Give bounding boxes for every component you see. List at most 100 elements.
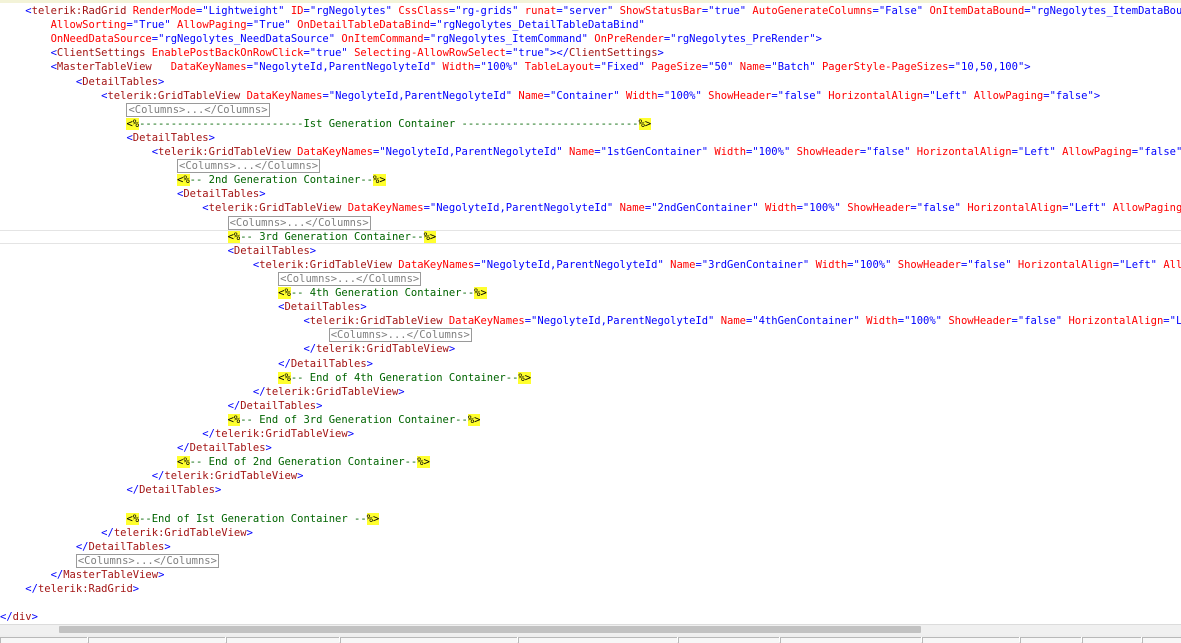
code-tag <box>0 259 253 271</box>
code-punctuation: </ <box>0 611 13 624</box>
code-directive-highlight: <% <box>126 117 140 130</box>
bottom-tab[interactable] <box>678 637 779 643</box>
bottom-tab[interactable] <box>340 637 517 643</box>
code-attribute: OnDetailTableDataBind <box>297 19 430 32</box>
code-directive-highlight: <% <box>126 512 140 525</box>
code-value: "rgNegolytes_ItemDataBound" <box>1030 5 1181 17</box>
code-editor[interactable]: <telerik:RadGrid RenderMode="Lightweight… <box>0 4 1181 624</box>
code-tag <box>0 273 278 285</box>
bottom-tab[interactable] <box>1142 637 1181 643</box>
bottom-tab[interactable] <box>1082 637 1141 643</box>
code-line[interactable]: </DetailTables> <box>0 399 1181 413</box>
code-line[interactable]: <%--End of Ist Generation Container --%> <box>0 512 1181 526</box>
code-line[interactable]: <%-- End of 4th Generation Container--%> <box>0 371 1181 385</box>
code-attribute: ShowStatusBar <box>619 5 702 17</box>
code-line[interactable]: <DetailTables> <box>0 75 1181 89</box>
code-line[interactable]: OnNeedDataSource="rgNegolytes_NeedDataSo… <box>0 32 1181 46</box>
code-comment: -- End of 4th Generation Container-- <box>290 371 519 384</box>
collapsed-region[interactable]: <Columns>...</Columns> <box>328 328 472 343</box>
code-tag: DetailTables <box>284 301 361 314</box>
code-line[interactable]: </DetailTables> <box>0 357 1181 371</box>
code-line[interactable]: </telerik:GridTableView> <box>0 342 1181 356</box>
code-tag <box>0 47 51 59</box>
code-value: "Left" <box>1119 258 1157 271</box>
code-line[interactable]: <DetailTables> <box>0 187 1181 201</box>
code-line[interactable]: <telerik:GridTableView DataKeyNames="Neg… <box>0 145 1181 159</box>
code-tag <box>0 470 152 482</box>
code-line[interactable]: </MasterTableView> <box>0 568 1181 582</box>
code-tag <box>0 202 202 214</box>
horizontal-scrollbar-thumb[interactable] <box>59 626 921 633</box>
collapsed-region[interactable]: <Columns>...</Columns> <box>278 271 422 286</box>
code-line[interactable]: AllowSorting="True" AllowPaging="True" O… <box>0 18 1181 32</box>
collapsed-region[interactable]: <Columns>...</Columns> <box>126 102 270 117</box>
code-line[interactable]: <Columns>...</Columns> <box>0 102 1181 117</box>
code-attribute: Width <box>714 146 747 158</box>
collapsed-region[interactable]: <Columns>...</Columns> <box>177 159 321 174</box>
code-line[interactable]: <telerik:RadGrid RenderMode="Lightweight… <box>0 4 1181 18</box>
bottom-tab[interactable] <box>780 637 921 643</box>
code-tag: telerik:RadGrid <box>31 5 127 17</box>
collapsed-region[interactable]: <Columns>...</Columns> <box>75 553 219 568</box>
code-tag <box>0 188 177 200</box>
code-line[interactable]: <telerik:GridTableView DataKeyNames="Neg… <box>0 314 1181 328</box>
code-punctuation: </ <box>25 583 38 596</box>
bottom-tab[interactable] <box>518 637 677 643</box>
code-attribute: OnItemCommand <box>341 33 424 46</box>
code-tag <box>0 555 76 567</box>
code-directive-highlight: %> <box>638 117 652 130</box>
code-line[interactable]: </telerik:GridTableView> <box>0 427 1181 441</box>
code-line[interactable]: <Columns>...</Columns> <box>0 271 1181 286</box>
code-line[interactable]: <Columns>...</Columns> <box>0 159 1181 174</box>
bottom-tab[interactable] <box>88 637 225 643</box>
code-punctuation: </ <box>252 385 266 398</box>
code-line[interactable]: </div> <box>0 610 1181 624</box>
bottom-tab[interactable] <box>922 637 1019 643</box>
code-line[interactable]: <%-- 2nd Generation Container--%> <box>0 173 1181 187</box>
code-tag: DetailTables <box>233 244 310 257</box>
code-line[interactable] <box>0 498 1181 512</box>
code-attribute: AllowSorting <box>50 19 127 32</box>
code-line[interactable]: <telerik:GridTableView DataKeyNames="Neg… <box>0 89 1181 103</box>
code-line[interactable]: </DetailTables> <box>0 441 1181 455</box>
code-line[interactable]: <telerik:GridTableView DataKeyNames="Neg… <box>0 201 1181 215</box>
bottom-tab-strip <box>0 637 1181 643</box>
code-attribute: ShowHeader <box>708 89 772 102</box>
code-punctuation: > <box>398 385 405 398</box>
code-line[interactable]: <%-- 4th Generation Container--%> <box>0 286 1181 300</box>
code-value: "NegolyteId,ParentNegolyteId" <box>252 61 437 74</box>
code-tag <box>0 118 126 130</box>
code-tag: ClientSettings <box>56 47 146 60</box>
code-line[interactable]: <%-- 3rd Generation Container--%> <box>0 229 1181 244</box>
code-line[interactable]: </DetailTables> <box>0 540 1181 554</box>
code-line[interactable]: <DetailTables> <box>0 300 1181 314</box>
code-line[interactable]: </DetailTables> <box>0 483 1181 497</box>
code-tag <box>0 484 126 496</box>
code-line[interactable]: </telerik:GridTableView> <box>0 526 1181 540</box>
horizontal-scrollbar[interactable] <box>0 625 1181 635</box>
code-line[interactable]: <%-- End of 2nd Generation Container--%> <box>0 455 1181 469</box>
code-line[interactable]: </telerik:RadGrid> <box>0 582 1181 596</box>
code-line[interactable]: </telerik:GridTableView> <box>0 385 1181 399</box>
code-attribute: Width <box>866 315 898 328</box>
code-line[interactable]: <DetailTables> <box>0 131 1181 145</box>
code-line[interactable]: <%--------------------------Ist Generati… <box>0 117 1181 131</box>
code-line[interactable]: <%-- End of 3rd Generation Container--%> <box>0 413 1181 427</box>
code-punctuation: > <box>259 188 266 201</box>
bottom-tab[interactable] <box>1020 637 1081 643</box>
code-line[interactable]: <MasterTableView DataKeyNames="NegolyteI… <box>0 60 1181 74</box>
code-line[interactable]: <Columns>...</Columns> <box>0 215 1181 230</box>
bottom-tab[interactable] <box>0 637 87 643</box>
code-line[interactable]: <Columns>...</Columns> <box>0 328 1181 343</box>
collapsed-region[interactable]: <Columns>...</Columns> <box>227 215 371 230</box>
code-line[interactable]: <telerik:GridTableView DataKeyNames="Neg… <box>0 258 1181 272</box>
code-line[interactable]: <ClientSettings EnablePostBackOnRowClick… <box>0 46 1181 60</box>
code-line[interactable]: <Columns>...</Columns> <box>0 553 1181 568</box>
code-line[interactable]: </telerik:GridTableView> <box>0 469 1181 483</box>
code-value: "2ndGenContainer" <box>651 202 759 215</box>
code-tag <box>0 372 278 384</box>
bottom-tab[interactable] <box>226 637 339 643</box>
code-tag <box>0 90 101 102</box>
code-line[interactable]: <DetailTables> <box>0 244 1181 258</box>
code-line[interactable] <box>0 596 1181 610</box>
